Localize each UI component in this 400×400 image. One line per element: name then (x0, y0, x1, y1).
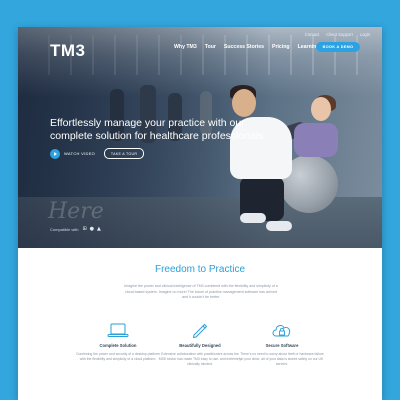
section-title: Freedom to Practice (154, 264, 246, 275)
compatibility-row: Compatible with ⊞ ● ▲ (50, 226, 104, 232)
android-icon: ▲ (97, 226, 101, 232)
therapist-shoe (266, 221, 292, 231)
nav-item-pricing[interactable]: Pricing (272, 44, 290, 50)
nav-item-why-tm3[interactable]: Why TM3 (174, 44, 197, 50)
page: Here TM3 Contact Client Support Login Wh… (18, 27, 382, 400)
feature-title: Secure Software (265, 343, 299, 348)
feature-description: There's no need to worry about theft or … (240, 352, 324, 366)
feature-description: Combining the power and security of a de… (76, 352, 160, 361)
therapist-head (232, 89, 256, 117)
therapist-shoe (240, 213, 266, 223)
utility-link-client-support[interactable]: Client Support (326, 32, 353, 37)
pencil-icon (158, 322, 242, 338)
utility-link-login[interactable]: Login (360, 32, 370, 37)
cloud-lock-icon (240, 322, 324, 338)
laptop-icon (76, 322, 160, 338)
main-nav: Why TM3 Tour Success Stories Pricing Lea… (174, 44, 320, 50)
feature-beautifully-designed: Beautifully Designed Extensive collabora… (158, 322, 242, 367)
take-tour-button[interactable]: TAKE A TOUR (104, 148, 145, 159)
apple-icon: ● (89, 226, 95, 232)
feature-title: Beautifully Designed (179, 343, 221, 348)
patient-head (311, 97, 331, 121)
hero-section: Here TM3 Contact Client Support Login Wh… (18, 27, 382, 248)
logo[interactable]: TM3 (50, 41, 86, 61)
hero-headline: Effortlessly manage your practice with o… (50, 117, 264, 142)
nav-item-success-stories[interactable]: Success Stories (224, 44, 264, 50)
utility-link-contact[interactable]: Contact (305, 32, 319, 37)
patient-body (294, 123, 338, 157)
compatible-label: Compatible with (50, 226, 79, 232)
windows-icon: ⊞ (82, 226, 87, 232)
section-intro: Imagine the power and clinical intellige… (124, 284, 278, 300)
feature-secure-software: Secure Software There's no need to worry… (240, 322, 324, 367)
nav-item-tour[interactable]: Tour (205, 44, 216, 50)
feature-title: Complete Solution (99, 343, 137, 348)
decorative-script: Here (48, 199, 104, 224)
hero-cta-row: WATCH VIDEO TAKE A TOUR (50, 148, 145, 159)
utility-nav: Contact Client Support Login (305, 32, 370, 37)
watch-video-link[interactable]: WATCH VIDEO (64, 151, 95, 156)
play-icon[interactable] (50, 148, 60, 159)
book-demo-button[interactable]: BOOK A DEMO (316, 42, 360, 52)
feature-complete-solution: Complete Solution Combining the power an… (76, 322, 160, 362)
feature-description: Extensive collaboration with practitione… (158, 352, 242, 366)
